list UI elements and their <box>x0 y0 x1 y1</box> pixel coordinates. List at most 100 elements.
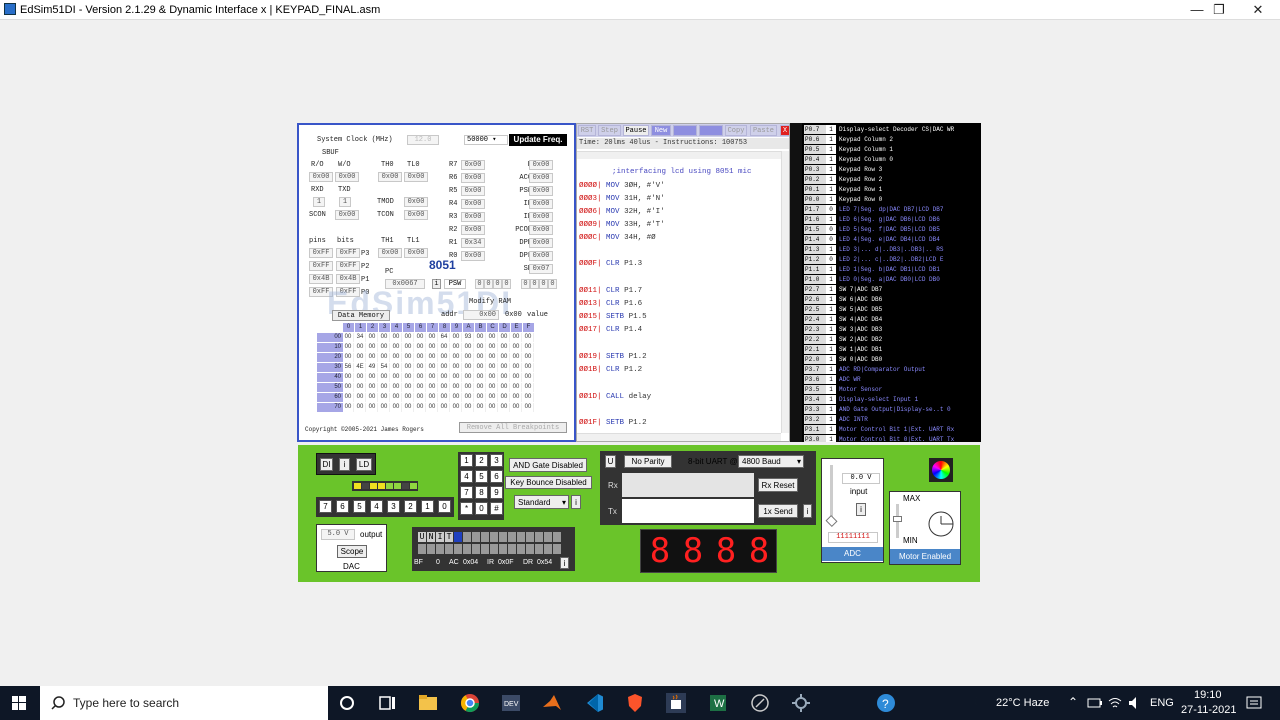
and-gate-button[interactable]: AND Gate Disabled <box>509 458 587 472</box>
rst-button[interactable]: RST <box>578 125 596 136</box>
pin-value[interactable]: 0 <box>826 225 836 234</box>
memory-cell[interactable]: 00 <box>511 373 522 382</box>
code-line[interactable]: ØØØC| MOV 34H, #Ø <box>579 234 656 242</box>
memory-cell[interactable]: 00 <box>415 353 426 362</box>
tmod-value[interactable]: 0x00 <box>404 197 428 207</box>
close-button[interactable]: ✕ <box>1238 0 1278 20</box>
txd-value[interactable]: 1 <box>339 197 351 207</box>
memory-cell[interactable]: 00 <box>487 333 498 342</box>
memory-cell[interactable]: 00 <box>403 393 414 402</box>
memory-cell[interactable]: 00 <box>427 333 438 342</box>
reg-value[interactable]: 0x00 <box>461 212 485 222</box>
memory-cell[interactable]: 00 <box>523 393 534 402</box>
step-button[interactable]: Step <box>598 125 621 136</box>
psw-bit[interactable]: 0 <box>493 279 502 289</box>
memory-cell[interactable]: 00 <box>475 373 486 382</box>
memory-cell[interactable]: 00 <box>367 383 378 392</box>
baud-select[interactable]: 4800 Baud ▾ <box>738 455 804 468</box>
memory-cell[interactable]: 64 <box>439 333 450 342</box>
memory-cell[interactable]: 00 <box>379 343 390 352</box>
memory-cell[interactable]: 00 <box>403 403 414 412</box>
motor-slider-handle[interactable] <box>893 516 902 522</box>
memory-cell[interactable]: 00 <box>439 383 450 392</box>
memory-cell[interactable]: 00 <box>415 393 426 402</box>
pin-value[interactable]: 1 <box>826 435 836 442</box>
memory-cell[interactable]: 00 <box>343 343 354 352</box>
memory-cell[interactable]: 00 <box>427 373 438 382</box>
memory-cell[interactable]: 00 <box>427 403 438 412</box>
pin-value[interactable]: 1 <box>826 325 836 334</box>
pin-value[interactable]: 1 <box>826 285 836 294</box>
keypad-key[interactable]: 4 <box>460 470 473 483</box>
memory-cell[interactable]: 54 <box>379 363 390 372</box>
memory-cell[interactable]: 56 <box>343 363 354 372</box>
memory-cell[interactable]: 00 <box>415 343 426 352</box>
memory-cell[interactable]: 00 <box>499 383 510 392</box>
memory-cell[interactable]: 00 <box>451 393 462 402</box>
switch[interactable]: 5 <box>353 500 366 513</box>
taskbar-search[interactable]: Type here to search <box>40 686 328 720</box>
code-line[interactable]: ØØ15| SETB P1.5 <box>579 313 647 321</box>
memory-cell[interactable]: 00 <box>499 393 510 402</box>
memory-cell[interactable]: 00 <box>523 403 534 412</box>
tx-field[interactable] <box>622 499 754 523</box>
pin-value[interactable]: 1 <box>826 275 836 284</box>
proteus-icon[interactable] <box>750 693 770 713</box>
java-icon[interactable] <box>666 693 686 713</box>
memory-cell[interactable]: 00 <box>487 393 498 402</box>
memory-cell[interactable]: 00 <box>355 403 366 412</box>
scope-button[interactable]: Scope <box>337 545 367 558</box>
memory-cell[interactable]: 00 <box>463 363 474 372</box>
memory-cell[interactable]: 00 <box>439 393 450 402</box>
port-bits[interactable]: 0xFF <box>336 248 360 258</box>
pin-value[interactable]: 1 <box>826 365 836 374</box>
close-code-button[interactable]: X <box>780 125 789 136</box>
pin-value[interactable]: 1 <box>826 415 836 424</box>
pin-value[interactable]: 1 <box>826 315 836 324</box>
memory-cell[interactable]: 00 <box>439 363 450 372</box>
keypad-key[interactable]: 3 <box>490 454 503 467</box>
memory-cell[interactable]: 00 <box>451 343 462 352</box>
switch[interactable]: 2 <box>404 500 417 513</box>
vscode-icon[interactable] <box>584 693 604 713</box>
port-pins[interactable]: 0x4B <box>309 274 333 284</box>
memory-cell[interactable]: 00 <box>343 373 354 382</box>
memory-cell[interactable]: 00 <box>391 363 402 372</box>
memory-cell[interactable]: 00 <box>391 343 402 352</box>
notification-icon[interactable] <box>1245 694 1265 714</box>
pin-value[interactable]: 1 <box>826 215 836 224</box>
memory-cell[interactable]: 00 <box>427 363 438 372</box>
memory-cell[interactable]: 00 <box>391 333 402 342</box>
psw-bit[interactable]: 0 <box>521 279 530 289</box>
keypad-key[interactable]: 0 <box>475 502 488 515</box>
code-line[interactable]: ØØ17| CLR P1.4 <box>579 326 642 334</box>
pin-value[interactable]: 1 <box>826 295 836 304</box>
port-pins[interactable]: 0xFF <box>309 248 333 258</box>
memory-cell[interactable]: 00 <box>511 343 522 352</box>
port-pins[interactable]: 0xFF <box>309 261 333 271</box>
memory-cell[interactable]: 00 <box>403 353 414 362</box>
pin-value[interactable]: 1 <box>826 165 836 174</box>
psw-bit[interactable]: 0 <box>548 279 557 289</box>
memory-cell[interactable]: 00 <box>523 353 534 362</box>
wifi-icon[interactable] <box>1107 695 1127 715</box>
switch[interactable]: 3 <box>387 500 400 513</box>
memory-cell[interactable]: 49 <box>367 363 378 372</box>
memory-cell[interactable]: 00 <box>415 363 426 372</box>
port-bits[interactable]: 0x4B <box>336 274 360 284</box>
memory-cell[interactable]: 00 <box>379 333 390 342</box>
memory-cell[interactable]: 00 <box>451 333 462 342</box>
memory-cell[interactable]: 00 <box>451 373 462 382</box>
memory-cell[interactable]: 00 <box>523 363 534 372</box>
psw-bit[interactable]: 0 <box>539 279 548 289</box>
memory-cell[interactable]: 00 <box>463 383 474 392</box>
sfr-value[interactable]: 0x00 <box>529 173 553 183</box>
switch[interactable]: 1 <box>421 500 434 513</box>
speaker-icon[interactable] <box>1127 695 1147 715</box>
memory-cell[interactable]: 00 <box>487 403 498 412</box>
memory-cell[interactable]: 00 <box>475 333 486 342</box>
memory-cell[interactable]: 00 <box>391 383 402 392</box>
memory-cell[interactable]: 00 <box>439 343 450 352</box>
memory-cell[interactable]: 00 <box>523 333 534 342</box>
sbuf-ro-value[interactable]: 0x00 <box>309 172 333 182</box>
